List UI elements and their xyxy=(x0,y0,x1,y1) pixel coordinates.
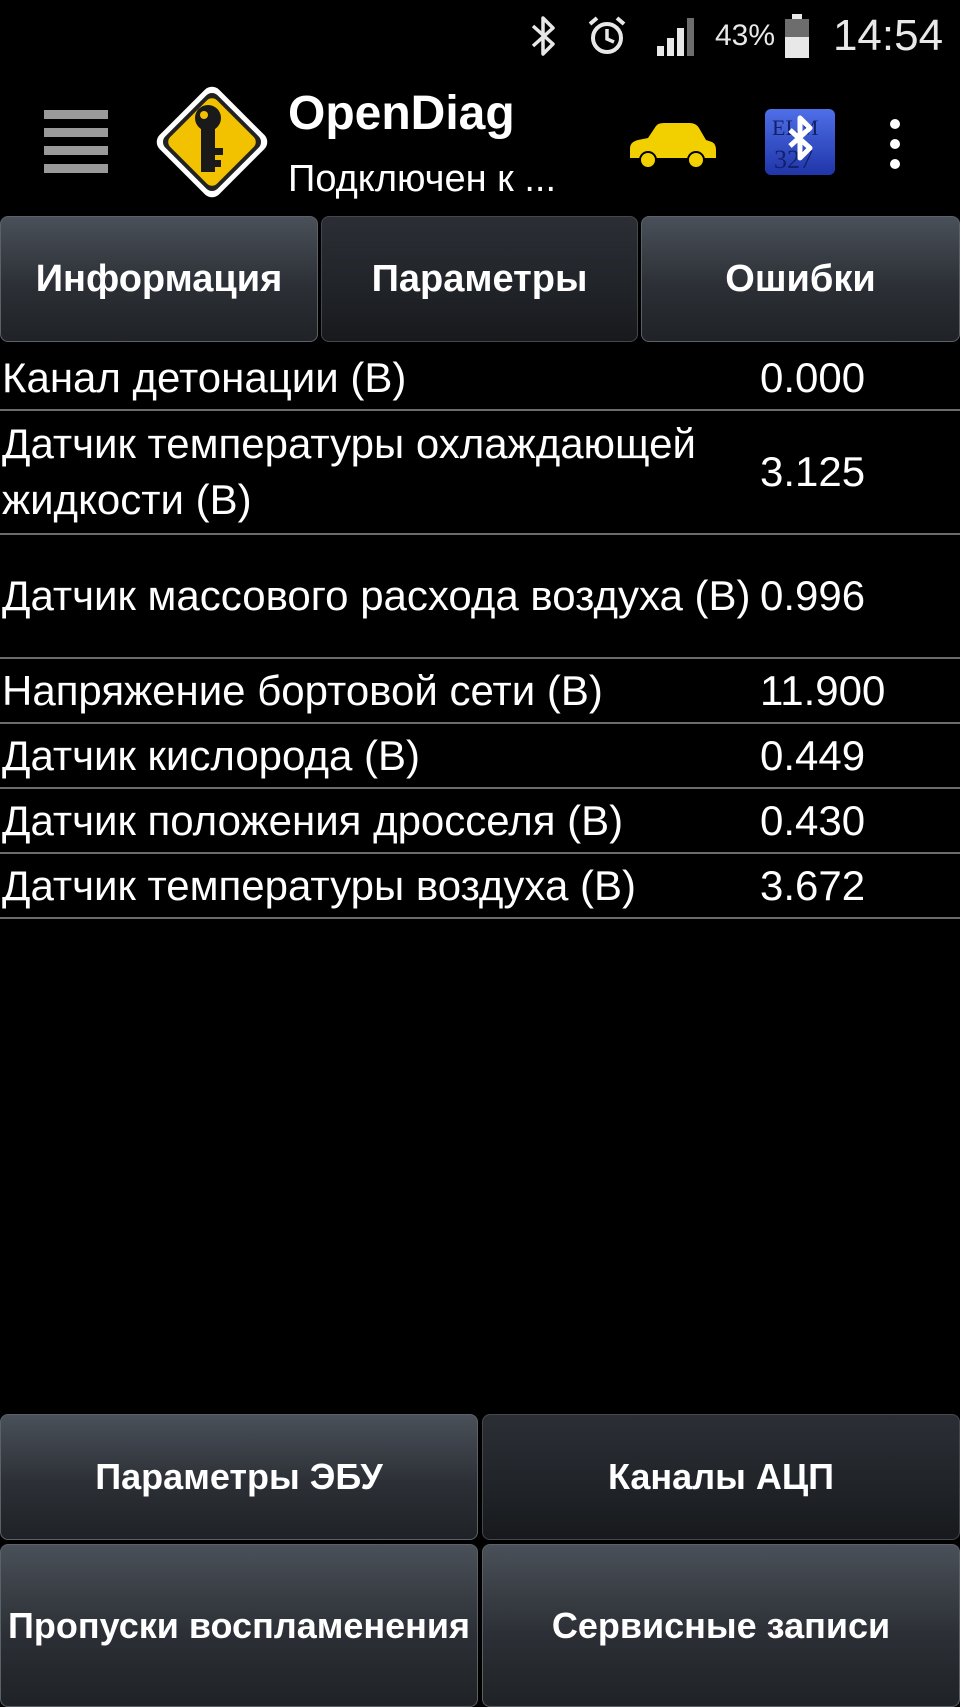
clock: 14:54 xyxy=(832,11,944,60)
parameter-value: 3.672 xyxy=(760,861,866,909)
list-item[interactable]: Датчик температуры охлаждающей жидкости … xyxy=(0,411,960,535)
list-item[interactable]: Канал детонации (В) 0.000 xyxy=(0,346,960,411)
tab-bar: Информация Параметры Ошибки xyxy=(0,216,960,344)
parameter-value: 0.000 xyxy=(760,353,866,401)
overflow-menu-icon[interactable] xyxy=(880,116,910,172)
parameter-name: Датчик кислорода (В) xyxy=(2,731,420,779)
parameter-value: 3.125 xyxy=(760,448,866,495)
service-records-button[interactable]: Сервисные записи xyxy=(482,1544,960,1707)
tab-information[interactable]: Информация xyxy=(0,216,318,342)
alarm-icon xyxy=(582,0,632,72)
list-item[interactable]: Датчик массового расхода воздуха (В) 0.9… xyxy=(0,535,960,659)
bluetooth-icon xyxy=(522,0,566,72)
parameter-value: 0.996 xyxy=(760,572,866,619)
app-title: OpenDiag xyxy=(288,87,515,140)
tab-errors[interactable]: Ошибки xyxy=(641,216,960,342)
adc-channels-button[interactable]: Каналы АЦП xyxy=(482,1414,960,1540)
ecu-parameters-button[interactable]: Параметры ЭБУ xyxy=(0,1414,478,1540)
action-bar: OpenDiag Подключен к ... ELM 327 xyxy=(0,72,960,212)
list-item[interactable]: Датчик температуры воздуха (В) 3.672 xyxy=(0,854,960,919)
connection-status: Подключен к ... xyxy=(288,158,557,200)
tab-parameters[interactable]: Параметры xyxy=(321,216,638,342)
parameter-value: 11.900 xyxy=(760,666,886,714)
bluetooth-elm327-icon[interactable]: ELM 327 xyxy=(764,108,836,176)
battery-icon xyxy=(780,0,814,72)
battery-percent: 43% xyxy=(714,19,776,52)
parameter-name: Канал детонации (В) xyxy=(2,353,407,401)
signal-icon xyxy=(652,0,702,72)
parameter-value: 0.430 xyxy=(760,796,866,844)
list-item[interactable]: Датчик положения дросселя (В) 0.430 xyxy=(0,789,960,854)
misfires-button[interactable]: Пропуски воспламенения xyxy=(0,1544,478,1707)
parameter-list: Канал детонации (В) 0.000 Датчик темпера… xyxy=(0,346,960,919)
car-icon[interactable] xyxy=(626,118,718,170)
status-bar: 43% 14:54 xyxy=(0,0,960,72)
parameter-name: Датчик положения дросселя (В) xyxy=(2,796,624,844)
parameter-name: Датчик массового расхода воздуха (В) xyxy=(2,572,751,619)
app-logo-key-icon[interactable] xyxy=(146,76,278,208)
parameter-name: Датчик температуры охлаждающей жидкости … xyxy=(2,420,696,523)
list-item[interactable]: Напряжение бортовой сети (В) 11.900 xyxy=(0,659,960,724)
parameter-name: Датчик температуры воздуха (В) xyxy=(2,861,636,909)
hamburger-menu-icon[interactable] xyxy=(44,106,108,176)
list-item[interactable]: Датчик кислорода (В) 0.449 xyxy=(0,724,960,789)
parameter-value: 0.449 xyxy=(760,731,866,779)
parameter-name: Напряжение бортовой сети (В) xyxy=(2,666,603,714)
